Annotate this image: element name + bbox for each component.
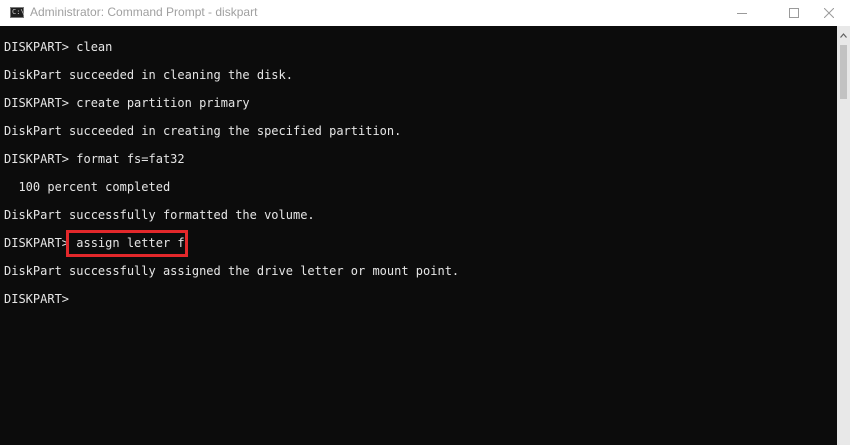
- minimize-icon: [737, 13, 747, 14]
- console-line: DISKPART> clean: [4, 40, 113, 54]
- scroll-up-button[interactable]: [837, 28, 850, 42]
- close-icon: [824, 8, 834, 18]
- cmd-icon-glyph: C:\: [12, 8, 25, 16]
- window-title: Administrator: Command Prompt - diskpart: [30, 5, 258, 19]
- console-line: DiskPart succeeded in cleaning the disk.: [4, 68, 293, 82]
- console-line: DISKPART> create partition primary: [4, 96, 250, 110]
- close-button[interactable]: [806, 0, 850, 26]
- cmd-icon[interactable]: C:\: [10, 7, 25, 18]
- chevron-up-icon: [840, 32, 847, 38]
- console-line: DiskPart succeeded in creating the speci…: [4, 124, 402, 138]
- console-line: 100 percent completed: [4, 180, 171, 194]
- minimize-button[interactable]: [719, 0, 765, 26]
- scrollbar-thumb[interactable]: [840, 45, 847, 99]
- command-prompt-window: C:\ Administrator: Command Prompt - disk…: [0, 0, 850, 445]
- console-line: DISKPART> format fs=fat32: [4, 152, 185, 166]
- console-line: DISKPART>: [4, 292, 70, 306]
- console-line: DiskPart successfully formatted the volu…: [4, 208, 315, 222]
- vertical-scrollbar[interactable]: [837, 26, 850, 445]
- console-output[interactable]: DISKPART> clean DiskPart succeeded in cl…: [0, 26, 837, 445]
- highlight-box: [66, 230, 188, 257]
- maximize-icon: [789, 8, 799, 18]
- console-line: DiskPart successfully assigned the drive…: [4, 264, 460, 278]
- title-bar[interactable]: C:\ Administrator: Command Prompt - disk…: [0, 0, 850, 26]
